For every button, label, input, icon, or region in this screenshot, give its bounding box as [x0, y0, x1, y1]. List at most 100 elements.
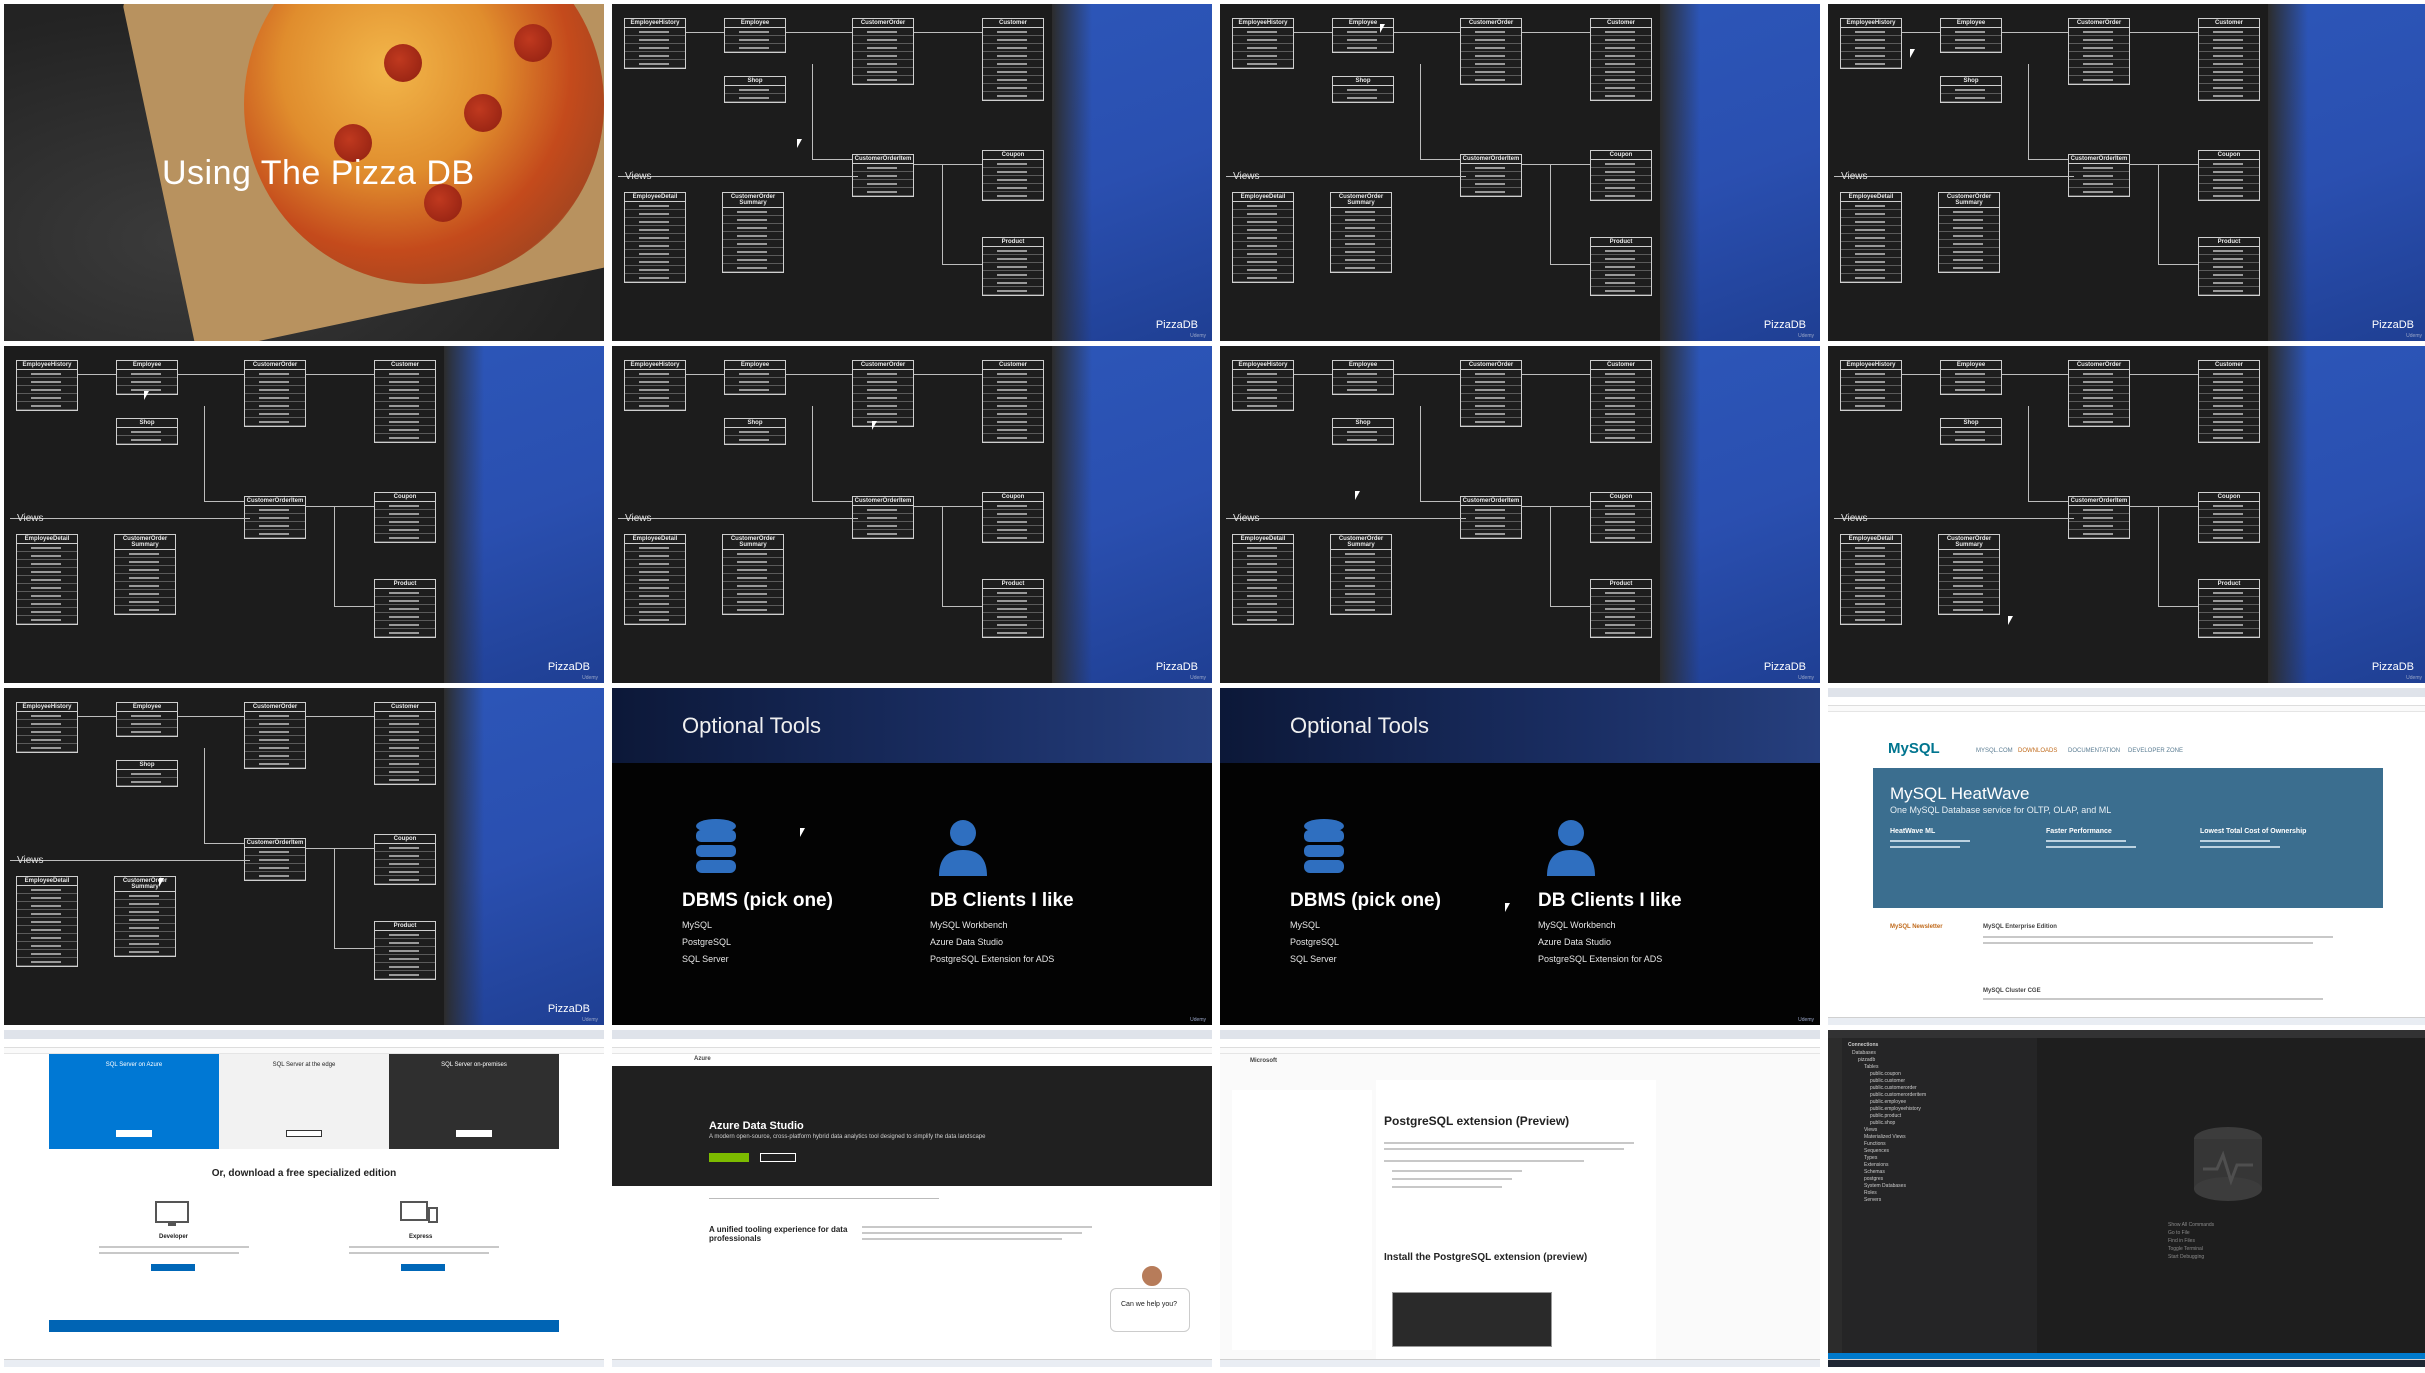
browser-tabbar[interactable] — [1220, 1030, 1820, 1039]
nav-link[interactable]: DOWNLOADS — [2018, 748, 2057, 754]
tree-item[interactable]: Servers — [1864, 1197, 1881, 1203]
address-bar[interactable] — [1828, 697, 2425, 706]
activity-bar[interactable] — [1828, 1038, 1842, 1358]
erd-table: EmployeeDetail — [16, 534, 78, 625]
sqlserver-browser-window: SQL Server on Azure SQL Server at the ed… — [4, 1030, 604, 1367]
tree-item[interactable]: Types — [1864, 1155, 1877, 1161]
erd-table: EmployeeHistory — [624, 18, 686, 69]
tree-item[interactable]: Roles — [1864, 1190, 1877, 1196]
mysql-logo[interactable]: MySQL — [1888, 740, 1940, 757]
tree-item[interactable]: postgres — [1864, 1176, 1883, 1182]
enterprise-heading: MySQL Enterprise Edition — [1983, 924, 2057, 930]
erd-column-row — [1233, 36, 1293, 44]
section-tabs[interactable] — [709, 1189, 939, 1199]
azure-brand[interactable]: Azure — [694, 1056, 711, 1062]
erd-relationship-line — [618, 518, 858, 519]
address-bar[interactable] — [4, 1039, 604, 1048]
erd-relationship-line — [942, 506, 943, 606]
taskbar[interactable] — [1828, 1017, 2425, 1025]
erd-column-row — [115, 948, 175, 956]
nav-link[interactable]: MYSQL.COM — [1976, 748, 2013, 754]
download-now-button[interactable] — [760, 1153, 796, 1162]
erd-column-row — [1939, 566, 1999, 574]
address-bar[interactable] — [1220, 1039, 1820, 1048]
erd-column-row — [983, 84, 1043, 92]
erd-relationship-line — [1902, 32, 1940, 33]
microsoft-brand[interactable]: Microsoft — [1250, 1058, 1277, 1064]
tree-item[interactable]: public.coupon — [1870, 1071, 1901, 1077]
taskbar[interactable] — [1828, 1359, 2425, 1367]
erd-column-row — [625, 258, 685, 266]
erd-table-name: CustomerOrderItem — [853, 156, 913, 164]
tree-item[interactable]: System Databases — [1864, 1183, 1906, 1189]
erd-column-row — [625, 544, 685, 552]
tree-item[interactable]: public.customerorderitem — [1870, 1092, 1926, 1098]
tree-item[interactable]: public.customer — [1870, 1078, 1905, 1084]
docs-toc-sidebar[interactable] — [1232, 1090, 1372, 1350]
nav-link[interactable]: DOCUMENTATION — [2068, 748, 2120, 754]
browser-tabbar[interactable] — [4, 1030, 604, 1039]
get-started-button[interactable] — [286, 1130, 322, 1137]
clients-heading: DB Clients I like — [1538, 890, 1682, 911]
tree-item[interactable]: Tables — [1864, 1064, 1878, 1070]
tree-item[interactable]: Sequences — [1864, 1148, 1889, 1154]
dbms-item: MySQL — [682, 920, 713, 930]
tree-item[interactable]: public.employee — [1870, 1099, 1906, 1105]
bookmarks-bar — [1220, 1048, 1820, 1054]
erd-column-row — [1939, 240, 1999, 248]
address-bar[interactable] — [612, 1039, 1212, 1048]
try-it-free-button[interactable] — [709, 1153, 749, 1162]
chat-widget[interactable]: Can we help you? — [1110, 1288, 1190, 1332]
tree-item[interactable]: Extensions — [1864, 1162, 1888, 1168]
erd-column-row — [983, 426, 1043, 434]
watermark: Udemy — [1190, 675, 1206, 681]
tree-item[interactable]: public.shop — [1870, 1120, 1895, 1126]
erd-table: Shop — [116, 418, 178, 445]
download-now-button[interactable] — [151, 1264, 195, 1271]
banner-column-heading: Faster Performance — [2046, 828, 2112, 835]
tree-item[interactable]: Functions — [1864, 1141, 1886, 1147]
tree-item[interactable]: public.employeehistory — [1870, 1106, 1921, 1112]
taskbar[interactable] — [4, 1359, 604, 1367]
taskbar[interactable] — [1220, 1359, 1820, 1367]
tree-item[interactable]: pizzadb — [1858, 1057, 1875, 1063]
erd-table-name: Employee — [1941, 361, 2001, 370]
tree-item[interactable]: public.product — [1870, 1113, 1901, 1119]
tree-item[interactable]: Databases — [1852, 1050, 1876, 1056]
download-button[interactable] — [456, 1130, 492, 1137]
tree-item[interactable]: Views — [1864, 1127, 1877, 1133]
erd-column-row — [625, 394, 685, 402]
erd-column-row — [1939, 264, 1999, 272]
tree-item[interactable]: Materialized Views — [1864, 1134, 1906, 1140]
erd-table: EmployeeHistory — [624, 360, 686, 411]
erd-relationship-line — [1420, 64, 1421, 159]
taskbar[interactable] — [612, 1359, 1212, 1367]
erd-column-row — [1841, 36, 1901, 44]
erd-column-row — [983, 176, 1043, 184]
erd-column-row — [1233, 370, 1293, 378]
download-now-button[interactable] — [401, 1264, 445, 1271]
erd-column-row — [1591, 52, 1651, 60]
nav-link[interactable]: DEVELOPER ZONE — [2128, 748, 2183, 754]
erd-column-row — [853, 370, 913, 378]
tree-item[interactable]: Schemas — [1864, 1169, 1885, 1175]
erd-relationship-line — [812, 64, 813, 159]
erd-column-row — [1233, 568, 1293, 576]
text-line — [1384, 1142, 1634, 1144]
erd-column-row — [1233, 616, 1293, 624]
erd-column-row — [2199, 176, 2259, 184]
tree-item[interactable]: public.customerorder — [1870, 1085, 1917, 1091]
erd-column-row — [2199, 597, 2259, 605]
erd-column-row — [853, 530, 913, 538]
erd-table-name: CustomerOrder Summary — [115, 535, 175, 550]
browser-tabbar[interactable] — [612, 1030, 1212, 1039]
pepperoni — [384, 44, 422, 82]
erd-column-row — [1941, 36, 2001, 44]
get-started-button[interactable] — [116, 1130, 152, 1137]
erd-relationship-line — [1834, 518, 2074, 519]
erd-column-row — [1841, 60, 1901, 68]
erd-table: Shop — [1332, 76, 1394, 103]
browser-tabbar[interactable] — [1828, 688, 2425, 697]
erd-relationship-line — [1550, 506, 1551, 606]
erd-relationship-line — [2028, 64, 2029, 159]
